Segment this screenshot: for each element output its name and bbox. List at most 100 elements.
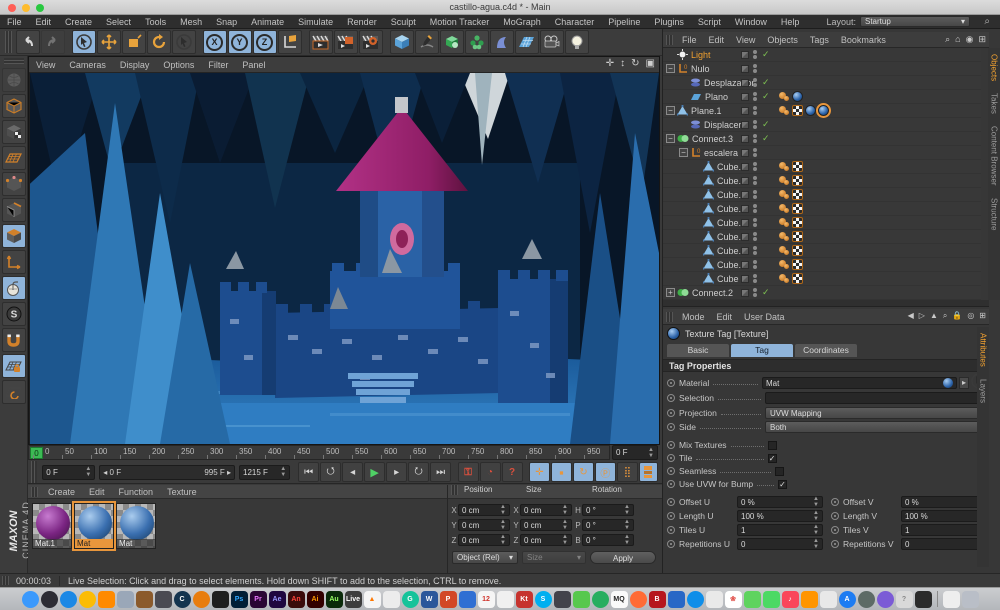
repetitions-u-field[interactable]: 0▲▼ [737,538,823,550]
previous-frame-button[interactable]: ◂ [342,462,363,482]
material-swatch-mat[interactable]: Mat [116,503,156,549]
parameter-radio[interactable] [667,409,675,417]
object-menu-tags[interactable]: Tags [804,35,835,45]
dock-bitdefender-icon[interactable]: B [649,591,666,608]
dock-dev-app-icon[interactable] [212,591,229,608]
layer-swatch[interactable] [741,191,749,199]
titlebar[interactable]: castillo-agua.c4d * - Main [0,0,1000,15]
pan-icon[interactable]: ✛ [606,58,614,69]
uvw-tag-icon[interactable] [792,203,803,214]
add-primitive-button[interactable] [390,30,414,54]
phong-tag-icon[interactable] [779,273,790,284]
material-menu-edit[interactable]: Edit [82,487,112,497]
generators-button[interactable] [440,30,464,54]
parameter-radio[interactable] [831,512,839,520]
layer-swatch[interactable] [741,135,749,143]
dock-audio-app-icon[interactable] [877,591,894,608]
panel-handle[interactable] [666,312,673,322]
object-row-cube-4[interactable]: Cube.4 [663,216,981,230]
visibility-dots[interactable] [753,288,757,298]
object-row-plano[interactable]: Plano✓ [663,90,981,104]
dock-drawing-tablet-icon[interactable] [554,591,571,608]
uvw-tag-icon[interactable] [792,273,803,284]
keyframe-selection-button[interactable]: ? [502,462,523,482]
side-dropdown[interactable]: Both▾ [765,421,987,433]
dock-pages-doc-icon[interactable] [497,591,514,608]
expand-icon[interactable]: + [666,288,675,297]
search-icon[interactable]: ⌕ [943,311,947,321]
live-selection-button[interactable] [72,30,96,54]
enabled-check-icon[interactable]: ✓ [762,49,770,60]
enabled-check-icon[interactable]: ✓ [762,287,770,298]
object-row-displacer[interactable]: Displacer✓ [663,118,981,132]
phong-tag-icon[interactable] [779,259,790,270]
visibility-dots[interactable] [753,176,757,186]
parameter-radio[interactable] [667,512,675,520]
material-menu-function[interactable]: Function [112,487,161,497]
dock-facetime-icon[interactable] [763,591,780,608]
object-row-cube-3[interactable]: Cube.3 [663,230,981,244]
object-menu-bookmarks[interactable]: Bookmarks [835,35,892,45]
panel-tab-takes[interactable]: Takes [990,87,999,120]
parameter-radio[interactable] [831,498,839,506]
pos-z-field[interactable]: 0 cm▲▼ [458,534,510,546]
object-menu-edit[interactable]: Edit [703,35,731,45]
phong-tag-icon[interactable] [779,175,790,186]
render-view-button[interactable] [309,30,333,54]
panel-tab-layers[interactable]: Layers [979,373,988,409]
record-pla-button[interactable]: ⣿ [617,462,638,482]
enabled-check-icon[interactable]: ✓ [762,119,770,130]
toolbar-handle[interactable] [31,461,37,483]
object-row-cube-8[interactable]: Cube.8 [663,160,981,174]
object-row-cube-7[interactable]: Cube.7 [663,174,981,188]
menu-tools[interactable]: Tools [138,17,173,27]
menu-script[interactable]: Script [691,17,728,27]
current-frame-field[interactable]: 0 F▲▼ [42,465,95,480]
layout-dropdown[interactable]: Startup▾ [860,16,970,27]
collapse-icon[interactable]: − [679,148,688,157]
go-to-start-button[interactable]: ⏮ [298,462,319,482]
dock-preview-icon[interactable] [117,591,134,608]
object-row-connect-2[interactable]: +Connect.2✓ [663,286,981,300]
add-panel-icon[interactable]: ⊞ [978,34,986,45]
edges-mode-button[interactable] [2,198,26,222]
polygons-mode-button[interactable] [2,224,26,248]
material-swatch-mat-1[interactable]: Mat.1 [32,503,72,549]
object-row-cube-1[interactable]: Cube.1 [663,258,981,272]
layer-swatch[interactable] [741,107,749,115]
projection-dropdown[interactable]: UVW Mapping▾ [765,407,987,419]
dock-skype-icon[interactable]: S [535,591,552,608]
dock-photos-icon[interactable]: ❀ [725,591,742,608]
visibility-dots[interactable] [753,260,757,270]
menu-create[interactable]: Create [58,17,99,27]
collapse-icon[interactable]: − [666,134,675,143]
phong-tag-icon[interactable] [779,91,790,102]
size-y-field[interactable]: 0 cm▲▼ [520,519,572,531]
length-v-field[interactable]: 100 %▲▼ [901,510,987,522]
object-row-desplazador[interactable]: Desplazador✓ [663,76,981,90]
record-keyframe-button[interactable]: ⚿ [458,462,479,482]
deformers-button[interactable] [490,30,514,54]
pos-y-field[interactable]: 0 cm▲▼ [458,519,510,531]
workplane-mode-button[interactable] [2,146,26,170]
toolbar-handle[interactable] [5,31,12,53]
current-frame-marker[interactable]: 0 [30,447,43,459]
uvw-tag-icon[interactable] [792,231,803,242]
length-u-field[interactable]: 100 %▲▼ [737,510,823,522]
visibility-dots[interactable] [753,232,757,242]
object-row-escalera[interactable]: −0escalera [663,146,981,160]
object-row-light[interactable]: Light✓ [663,48,981,62]
dock-textedit-icon[interactable] [383,591,400,608]
dock-cinema-4d-icon[interactable]: C [174,591,191,608]
menu-help[interactable]: Help [774,17,807,27]
enable-axis-mode-button[interactable] [2,250,26,274]
home-icon[interactable]: ⌂ [955,34,960,45]
material-picker-button[interactable]: ▸ [959,377,969,389]
autokeying-button[interactable]: ◔ [480,462,501,482]
use-uvw-for-bump-checkbox[interactable]: ✓ [778,480,787,489]
parameter-radio[interactable] [667,441,675,449]
dock-blue-bird-app-icon[interactable] [668,591,685,608]
dock-photos-tool-icon[interactable] [155,591,172,608]
layer-swatch[interactable] [741,65,749,73]
dock-trash-icon[interactable] [962,591,979,608]
